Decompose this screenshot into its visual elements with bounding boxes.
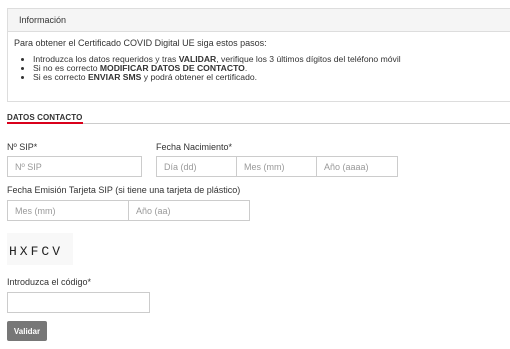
info-panel-title: Información (8, 9, 510, 32)
sip-label: Nº SIP* (7, 142, 38, 152)
info-step: Si es correcto ENVIAR SMS y podrá obtene… (33, 73, 510, 82)
code-label: Introduzca el código* (7, 277, 92, 287)
info-panel: Información Para obtener el Certificado … (7, 8, 510, 102)
section-divider-accent (7, 122, 83, 124)
info-panel-body: Para obtener el Certificado COVID Digita… (8, 32, 510, 82)
code-input[interactable] (7, 292, 150, 313)
birth-year-input[interactable] (316, 156, 398, 177)
birth-day-input[interactable] (156, 156, 237, 177)
card-month-input[interactable] (7, 200, 129, 221)
card-issue-label: Fecha Emisión Tarjeta SIP (si tiene una … (7, 185, 241, 195)
section-title: DATOS CONTACTO (7, 113, 83, 122)
card-year-input[interactable] (128, 200, 250, 221)
sip-input[interactable] (7, 156, 142, 177)
info-intro: Para obtener el Certificado COVID Digita… (14, 38, 267, 48)
captcha-text: HXFCV (9, 244, 63, 259)
validar-button[interactable]: Validar (7, 321, 47, 341)
info-steps-list: Introduzca los datos requeridos y tras V… (14, 55, 510, 82)
birth-date-label: Fecha Nacimiento* (156, 142, 233, 152)
captcha-image: HXFCV (7, 233, 73, 265)
birth-month-input[interactable] (236, 156, 317, 177)
